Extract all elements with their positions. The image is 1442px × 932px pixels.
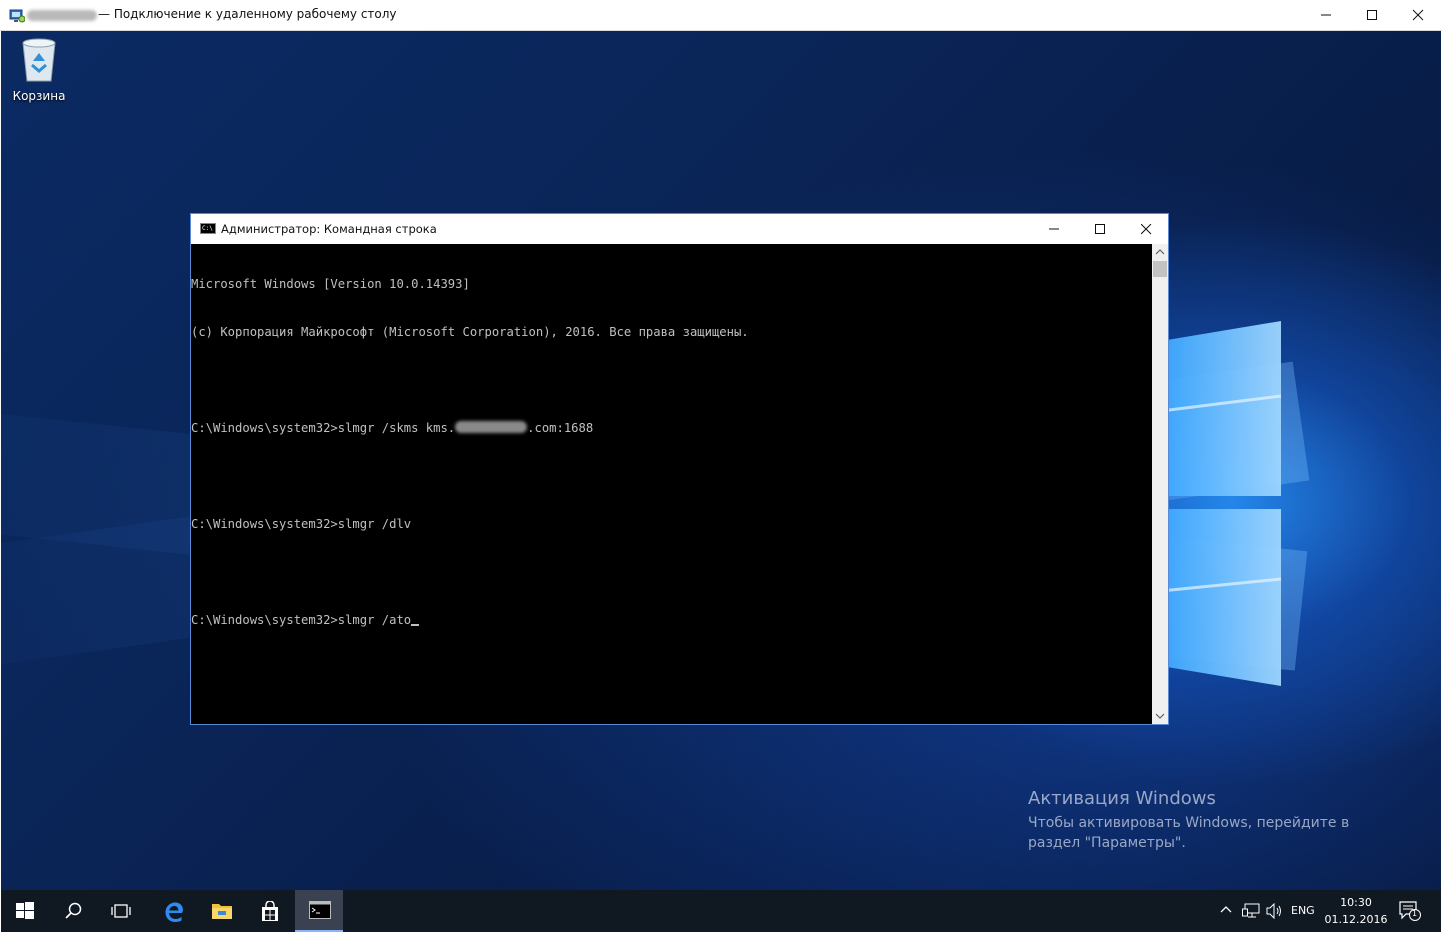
rdp-window-title: — Подключение к удаленному рабочему стол… — [98, 7, 397, 21]
cmd-minimize-button[interactable] — [1031, 214, 1077, 244]
cmd-close-button[interactable] — [1123, 214, 1169, 244]
cmd-taskbar-button[interactable] — [295, 890, 343, 932]
maximize-button[interactable] — [1349, 0, 1395, 31]
store-button[interactable] — [245, 890, 293, 932]
console-output[interactable]: Microsoft Windows [Version 10.0.14393] (… — [191, 244, 1152, 724]
rdp-titlebar[interactable]: — Подключение к удаленному рабочему стол… — [0, 0, 1442, 31]
edge-icon — [165, 902, 183, 922]
search-icon — [65, 902, 82, 919]
redacted-hostname — [27, 10, 97, 21]
activation-text: Чтобы активировать Windows, перейдите в … — [1028, 815, 1350, 851]
console-line: (c) Корпорация Майкрософт (Microsoft Cor… — [191, 325, 749, 339]
windows-logo — [1161, 321, 1282, 686]
maximize-icon — [1367, 10, 1377, 20]
redacted-kms-host — [455, 421, 528, 433]
console-line: C:\Windows\system32>slmgr /skms kms. .com… — [191, 420, 1152, 436]
cmd-icon — [309, 901, 331, 919]
vertical-scrollbar[interactable] — [1152, 244, 1168, 724]
cmd-titlebar[interactable]: C:\ Администратор: Командная строка — [191, 214, 1168, 244]
search-button[interactable] — [49, 890, 97, 932]
chevron-down-icon — [1155, 713, 1165, 719]
close-icon — [1412, 9, 1424, 21]
minimize-button[interactable] — [1303, 0, 1349, 31]
scroll-up-button[interactable] — [1152, 244, 1168, 260]
edge-browser-button[interactable] — [149, 890, 197, 932]
recycle-bin-icon — [22, 38, 56, 82]
action-center-button[interactable]: 1 — [1398, 900, 1422, 922]
console-command: C:\Windows\system32>slmgr /skms kms. — [191, 421, 456, 435]
remote-desktop-icon — [9, 8, 26, 23]
console-line: C:\Windows\system32>slmgr /ato — [191, 612, 1152, 628]
cmd-window-title: Администратор: Командная строка — [221, 222, 437, 236]
windows-start-icon — [16, 902, 34, 919]
recycle-bin-label: Корзина — [12, 89, 66, 103]
chevron-up-icon[interactable] — [1219, 903, 1233, 917]
chevron-up-icon — [1155, 249, 1165, 255]
language-indicator[interactable]: ENG — [1291, 904, 1315, 917]
notification-count: 1 — [1412, 909, 1418, 918]
file-explorer-button[interactable] — [197, 890, 245, 932]
cmd-icon: C:\ — [200, 223, 216, 234]
cmd-maximize-button[interactable] — [1077, 214, 1123, 244]
taskbar[interactable]: ENG 10:30 01.12.2016 1 — [1, 890, 1441, 932]
task-view-button[interactable] — [97, 890, 145, 932]
task-view-icon — [111, 904, 131, 918]
scroll-down-button[interactable] — [1152, 708, 1168, 724]
recycle-bin[interactable]: Корзина — [7, 37, 71, 103]
close-button[interactable] — [1395, 0, 1441, 31]
console-command-suffix: .com:1688 — [527, 421, 594, 435]
notification-icon — [1399, 901, 1421, 921]
close-icon — [1141, 224, 1152, 235]
activation-title: Активация Windows — [1028, 788, 1216, 809]
store-icon — [262, 901, 278, 921]
maximize-icon — [1095, 224, 1105, 234]
clock-date: 01.12.2016 — [1324, 913, 1388, 926]
console-line: Microsoft Windows [Version 10.0.14393] — [191, 277, 470, 291]
text-cursor — [411, 624, 420, 626]
console-command: C:\Windows\system32>slmgr /ato — [191, 613, 412, 627]
volume-icon[interactable] — [1266, 903, 1284, 919]
clock[interactable]: 10:30 01.12.2016 — [1323, 894, 1389, 928]
minimize-icon — [1321, 14, 1331, 16]
console-line: C:\Windows\system32>slmgr /dlv — [191, 517, 412, 531]
clock-time: 10:30 — [1340, 896, 1372, 909]
folder-icon — [212, 904, 232, 919]
scroll-thumb[interactable] — [1153, 261, 1167, 277]
minimize-icon — [1049, 228, 1059, 230]
cmd-window[interactable]: C:\ Администратор: Командная строка Micr… — [190, 213, 1169, 725]
network-icon[interactable] — [1242, 903, 1260, 919]
start-button[interactable] — [1, 890, 49, 932]
activation-watermark: Активация Windows Чтобы активировать Win… — [1028, 788, 1388, 853]
